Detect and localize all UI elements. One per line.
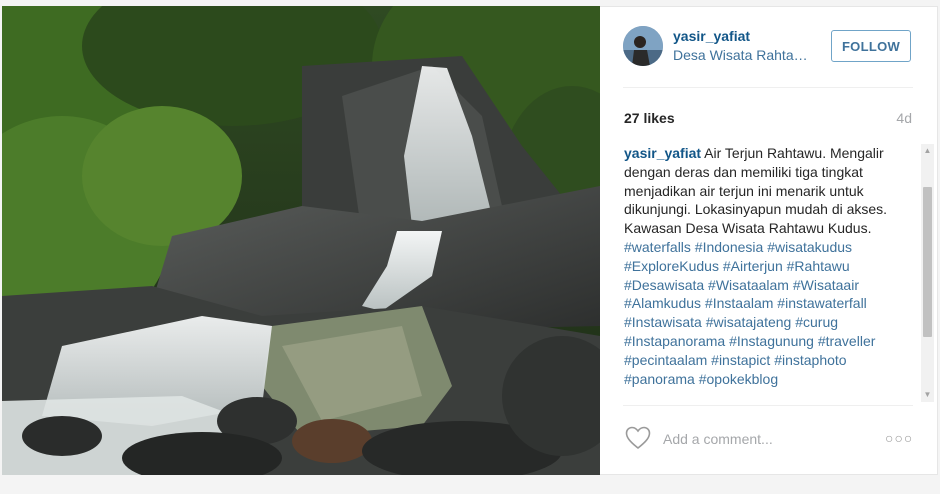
caption-scroll-area[interactable]: yasir_yafiat Air Terjun Rahtawu. Mengali… <box>624 144 916 402</box>
likes-count[interactable]: 27 likes <box>624 110 675 126</box>
post-header: yasir_yafiat Desa Wisata Rahta… FOLLOW <box>601 6 938 86</box>
avatar[interactable] <box>623 26 663 66</box>
caption: yasir_yafiat Air Terjun Rahtawu. Mengali… <box>624 144 894 388</box>
scroll-thumb[interactable] <box>923 187 932 337</box>
follow-button[interactable]: FOLLOW <box>831 30 911 62</box>
caption-hashtags[interactable]: #waterfalls #Indonesia #wisatakudus #Exp… <box>624 239 875 387</box>
divider <box>623 405 913 406</box>
location-link[interactable]: Desa Wisata Rahta… <box>673 47 813 63</box>
scroll-up-icon[interactable]: ▲ <box>921 144 934 158</box>
post-photo[interactable] <box>2 6 600 475</box>
post-sidebar: yasir_yafiat Desa Wisata Rahta… FOLLOW 2… <box>601 6 938 475</box>
comment-input[interactable] <box>661 428 875 450</box>
heart-icon[interactable] <box>625 426 651 450</box>
divider <box>623 87 913 88</box>
caption-username-link[interactable]: yasir_yafiat <box>624 145 701 161</box>
avatar-image <box>623 26 663 66</box>
scroll-down-icon[interactable]: ▼ <box>921 388 934 402</box>
more-options-icon[interactable]: ○○○ <box>885 430 913 446</box>
caption-scrollbar[interactable]: ▲ ▼ <box>921 144 934 402</box>
post-time[interactable]: 4d <box>896 110 912 126</box>
waterfall-image <box>2 6 600 475</box>
username-link[interactable]: yasir_yafiat <box>673 28 750 44</box>
